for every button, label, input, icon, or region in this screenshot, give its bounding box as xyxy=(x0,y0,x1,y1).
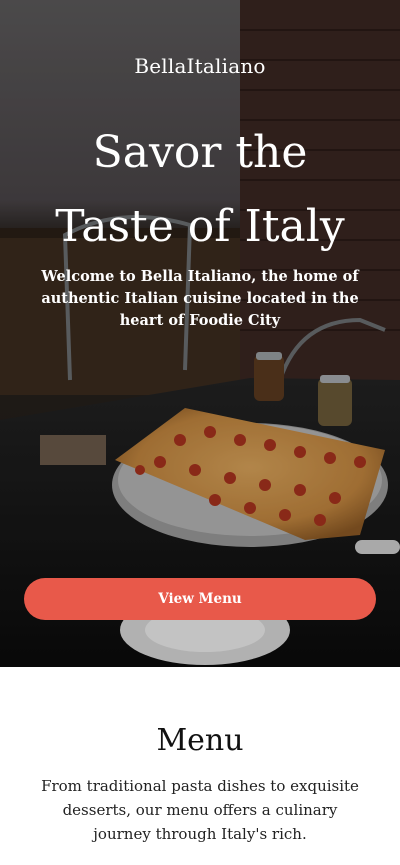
hero-headline-line2: Taste of Italy xyxy=(55,201,345,252)
hero-intro-text: Welcome to Bella Italiano, the home of a… xyxy=(41,268,359,329)
hero-headline-line1: Savor the xyxy=(92,127,308,178)
menu-title: Menu xyxy=(156,723,244,758)
menu-description: From traditional pasta dishes to exquisi… xyxy=(41,777,359,843)
hero-section: BellaItaliano Savor the Taste of Italy W… xyxy=(0,0,400,667)
brand-logo[interactable]: BellaItaliano xyxy=(0,54,400,78)
view-menu-button[interactable]: View Menu xyxy=(24,578,376,620)
hero-overlay xyxy=(0,0,400,667)
menu-section: Menu From traditional pasta dishes to ex… xyxy=(0,667,400,865)
hero-headline: Savor the Taste of Italy xyxy=(20,116,380,264)
